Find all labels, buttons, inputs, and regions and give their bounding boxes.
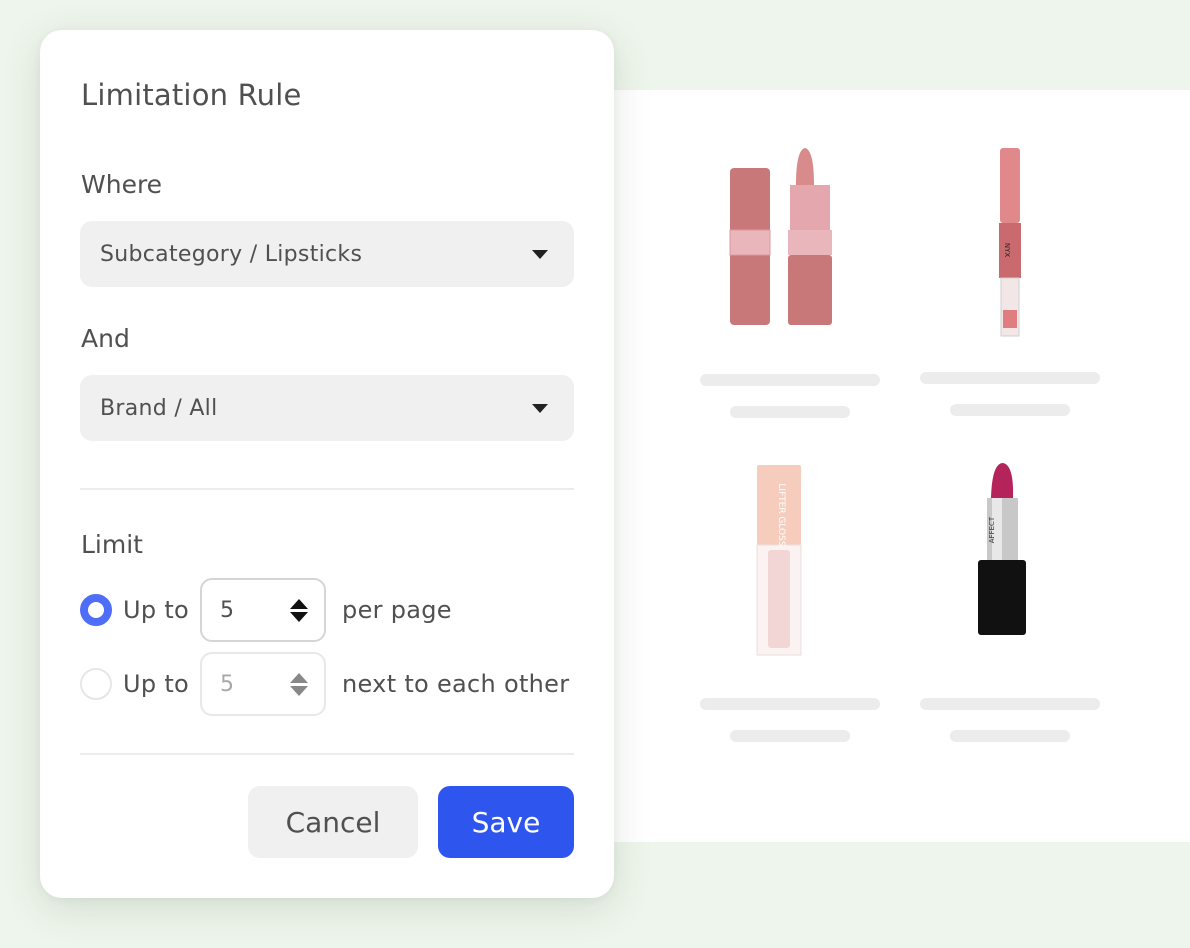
svg-text:LIFTER GLOSS: LIFTER GLOSS [776, 483, 786, 546]
decrement-icon[interactable] [290, 611, 309, 622]
limit-per-page-suffix: per page [342, 596, 452, 624]
and-select-value: Brand / All [100, 395, 218, 421]
and-select[interactable]: Brand / All [80, 375, 574, 441]
where-select[interactable]: Subcategory / Lipsticks [80, 221, 574, 287]
increment-icon[interactable] [290, 672, 309, 683]
save-button[interactable]: Save [438, 786, 574, 858]
and-label: And [81, 324, 130, 353]
product-title-placeholder [920, 698, 1100, 710]
product-image-lipstick-nude [729, 148, 832, 325]
decrement-icon[interactable] [290, 685, 309, 696]
limit-adjacent-prefix: Up to [123, 670, 190, 698]
product-grid-card: NYX LIFTER GLOSS AFFECT [590, 90, 1190, 842]
where-label: Where [81, 170, 163, 199]
limit-adjacent-stepper[interactable]: 5 [200, 652, 327, 716]
limit-adjacent-radio[interactable] [80, 668, 112, 700]
product-card[interactable]: NYX [900, 130, 1120, 430]
dialog-title: Limitation Rule [81, 78, 302, 112]
product-card[interactable] [680, 130, 900, 430]
where-select-value: Subcategory / Lipsticks [100, 241, 363, 267]
limit-per-page-radio[interactable] [80, 594, 112, 626]
product-image-lipstick-magenta: AFFECT [978, 463, 1026, 635]
product-title-placeholder [700, 698, 880, 710]
svg-text:NYX: NYX [1003, 243, 1011, 258]
limit-option-per-page: Up to 5 per page [80, 577, 452, 643]
increment-icon[interactable] [290, 598, 309, 609]
product-title-placeholder [920, 372, 1100, 384]
product-price-placeholder [950, 730, 1070, 742]
limit-per-page-value[interactable]: 5 [220, 598, 290, 623]
stepper-arrows-icon[interactable] [290, 598, 309, 622]
chevron-down-icon [532, 249, 548, 259]
limitation-rule-dialog: Limitation Rule Where Subcategory / Lips… [40, 30, 614, 898]
limit-option-adjacent: Up to 5 next to each other [80, 651, 569, 717]
product-price-placeholder [730, 730, 850, 742]
product-price-placeholder [730, 406, 850, 418]
limit-per-page-stepper[interactable]: 5 [200, 578, 327, 642]
svg-text:AFFECT: AFFECT [988, 516, 996, 543]
section-divider [80, 488, 574, 490]
product-price-placeholder [950, 404, 1070, 416]
stepper-arrows-icon[interactable] [290, 672, 309, 696]
product-image-lip-gloss: LIFTER GLOSS [756, 465, 802, 656]
product-title-placeholder [700, 374, 880, 386]
chevron-down-icon [532, 403, 548, 413]
product-card[interactable]: LIFTER GLOSS [680, 455, 900, 755]
product-card[interactable]: AFFECT [900, 455, 1120, 755]
footer-divider [80, 753, 574, 755]
product-image-nyx-lipstick: NYX [999, 148, 1021, 337]
limit-per-page-prefix: Up to [123, 596, 190, 624]
limit-adjacent-suffix: next to each other [342, 670, 570, 698]
limit-label: Limit [81, 530, 143, 559]
cancel-button[interactable]: Cancel [248, 786, 418, 858]
limit-adjacent-value[interactable]: 5 [220, 672, 290, 697]
